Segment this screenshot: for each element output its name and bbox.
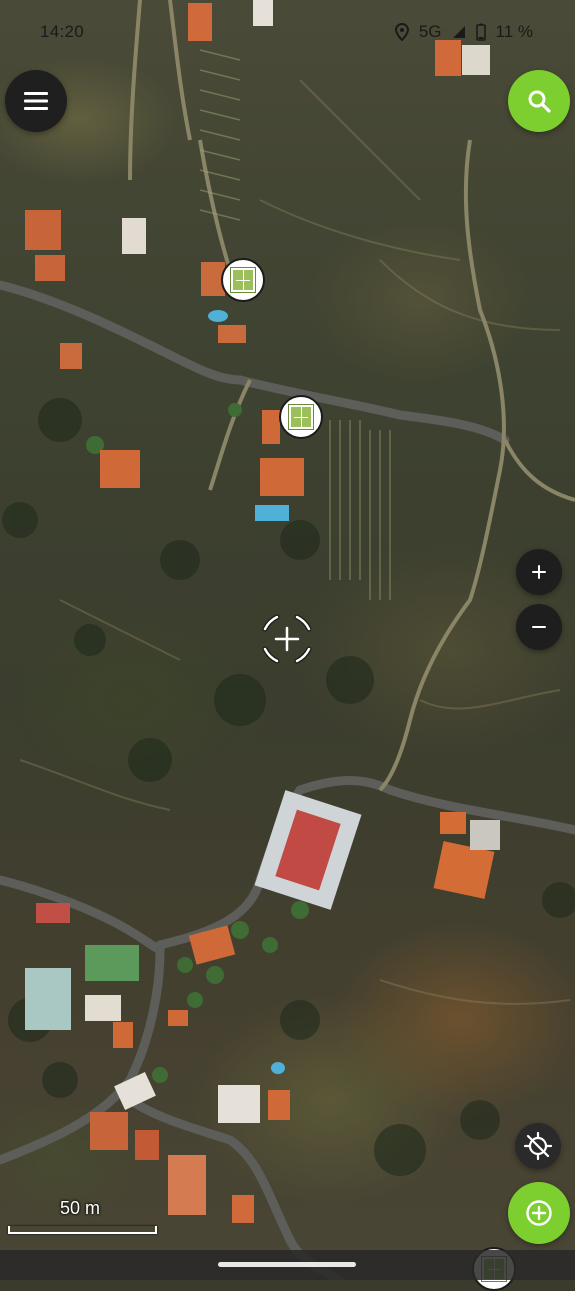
zoom-out-button[interactable]: [516, 604, 562, 650]
scale-line: [8, 1226, 157, 1234]
battery-icon: [475, 23, 486, 41]
status-indicators: 5G 11 %: [394, 22, 534, 42]
tennis-court-icon: [230, 267, 256, 293]
network-type: 5G: [418, 22, 442, 41]
tennis-court-marker[interactable]: [279, 395, 323, 439]
building: [168, 1155, 206, 1215]
gps-off-icon: [523, 1131, 553, 1161]
building: [25, 968, 71, 1030]
home-gesture-handle[interactable]: [218, 1262, 356, 1267]
add-button[interactable]: [508, 1182, 570, 1244]
building: [36, 903, 70, 923]
scale-label: 50 m: [60, 1198, 101, 1218]
map-scale-bar: 50 m: [8, 1198, 158, 1238]
building: [100, 450, 140, 488]
building: [25, 210, 61, 250]
building: [268, 1090, 290, 1120]
battery-level: 11 %: [495, 22, 534, 41]
map-center-crosshair: [262, 614, 312, 664]
status-time: 14:20: [40, 22, 85, 41]
building: [262, 410, 280, 444]
locate-button[interactable]: [515, 1123, 561, 1169]
search-icon: [528, 90, 551, 113]
status-bar: 14:20 5G 11 %: [0, 0, 575, 64]
minus-icon: [532, 626, 546, 628]
building: [168, 1010, 188, 1026]
signal-icon: [452, 25, 466, 39]
system-navigation-bar: [0, 1250, 575, 1280]
building: [260, 458, 304, 496]
building: [35, 255, 65, 281]
zoom-in-button[interactable]: [516, 549, 562, 595]
building: [85, 995, 121, 1021]
menu-button[interactable]: [5, 70, 67, 132]
building: [218, 1085, 260, 1123]
tennis-court-icon: [288, 404, 314, 430]
building: [440, 812, 466, 834]
add-circle-icon: [526, 1200, 552, 1226]
building: [218, 325, 246, 343]
building: [60, 343, 82, 369]
building: [135, 1130, 159, 1160]
hamburger-menu-icon: [24, 92, 48, 110]
building: [470, 820, 500, 850]
location-icon: [394, 23, 409, 41]
plus-icon: [532, 565, 546, 579]
search-button[interactable]: [508, 70, 570, 132]
building: [85, 945, 139, 981]
tennis-court-marker[interactable]: [221, 258, 265, 302]
building: [113, 1022, 133, 1048]
building: [122, 218, 146, 254]
building: [232, 1195, 254, 1223]
building: [90, 1112, 128, 1150]
